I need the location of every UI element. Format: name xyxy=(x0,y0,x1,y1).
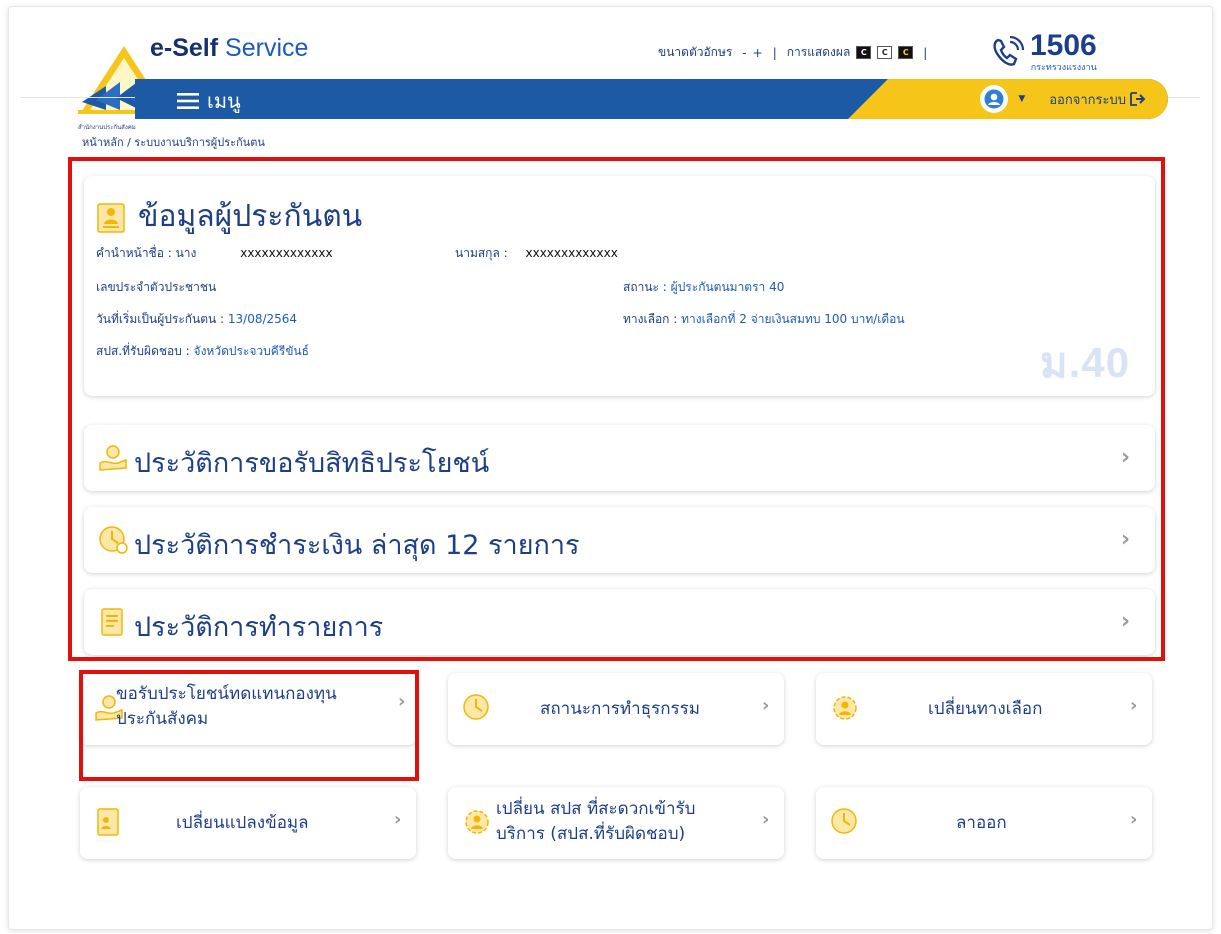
gear-people-icon xyxy=(465,810,489,834)
breadcrumb[interactable]: หน้าหลัก / ระบบงานบริการผู้ประกันตน xyxy=(82,133,265,151)
hotline-subtitle: กระทรวงแรงงาน xyxy=(1030,63,1097,73)
document-edit-icon xyxy=(97,808,119,836)
user-icon xyxy=(984,89,1004,109)
tile-transaction-status-label: สถานะการทำธุรกรรม xyxy=(540,699,700,719)
chevron-right-icon: › xyxy=(762,695,770,716)
logout-label: ออกจากระบบ xyxy=(1049,92,1126,108)
contrast-light-button[interactable]: C xyxy=(877,46,893,59)
gear-people-icon xyxy=(833,696,857,720)
main-navbar: เมนู ▼ ออกจากระบบ xyxy=(135,79,1168,119)
chevron-right-icon: › xyxy=(762,809,770,830)
font-decrease-button[interactable]: - xyxy=(742,46,746,60)
clock-coin-icon xyxy=(463,694,489,720)
tile-update-info-label: เปลี่ยนแปลงข้อมูล xyxy=(176,813,309,833)
contrast-yellow-button[interactable]: C xyxy=(898,46,914,59)
phone-icon xyxy=(993,36,1025,66)
font-increase-button[interactable]: + xyxy=(753,46,763,60)
tile-change-office[interactable]: เปลี่ยน สปส ที่สะดวกเข้ารับ บริการ (สปส.… xyxy=(448,787,784,859)
tile-update-info[interactable]: เปลี่ยนแปลงข้อมูล › xyxy=(80,787,416,859)
brand-rest: Service xyxy=(218,34,309,62)
tile-transaction-status[interactable]: สถานะการทำธุรกรรม › xyxy=(448,673,784,745)
accessibility-tools: ขนาดตัวอักษร - + | การแสดงผล C C C | xyxy=(658,43,927,62)
logout-icon xyxy=(1130,92,1146,106)
contrast-dark-button[interactable]: C xyxy=(856,46,872,59)
tile-resign-label: ลาออก xyxy=(956,813,1007,833)
font-size-label: ขนาดตัวอักษร xyxy=(658,45,733,59)
tile-change-office-line2: บริการ (สปส.ที่รับผิดชอบ) xyxy=(496,824,686,844)
display-label: การแสดงผล xyxy=(786,45,851,59)
tile-change-option[interactable]: เปลี่ยนทางเลือก › xyxy=(816,673,1152,745)
hotline[interactable]: 1506 กระทรวงแรงงาน xyxy=(990,29,1097,74)
logo-caption: สำนักงานประกันสังคม xyxy=(78,124,136,131)
highlight-box-claim xyxy=(79,670,419,781)
logout-button[interactable]: ออกจากระบบ xyxy=(1049,89,1146,110)
divider: | xyxy=(923,45,928,60)
chevron-right-icon: › xyxy=(394,809,402,830)
chevron-right-icon: › xyxy=(1130,809,1138,830)
hamburger-icon xyxy=(177,93,199,109)
chevron-right-icon: › xyxy=(1130,695,1138,716)
user-avatar[interactable] xyxy=(980,85,1009,113)
tile-change-office-label: เปลี่ยน สปส ที่สะดวกเข้ารับ บริการ (สปส.… xyxy=(496,797,695,847)
hotline-number: 1506 xyxy=(1030,29,1097,62)
brand-bold: e-Self xyxy=(150,34,219,62)
tile-change-option-label: เปลี่ยนทางเลือก xyxy=(928,699,1043,719)
clock-coin-icon xyxy=(831,808,857,834)
user-dropdown-chevron-icon[interactable]: ▼ xyxy=(1018,94,1025,104)
menu-button[interactable]: เมนู xyxy=(177,85,241,117)
tile-change-office-line1: เปลี่ยน สปส ที่สะดวกเข้ารับ xyxy=(496,799,696,819)
user-area: ▼ ออกจากระบบ xyxy=(980,85,1146,113)
brand-title: e-Self Service xyxy=(150,34,308,63)
highlight-box-info xyxy=(68,157,1165,661)
divider: | xyxy=(772,45,777,60)
menu-label: เมนู xyxy=(207,89,241,113)
tile-resign[interactable]: ลาออก › xyxy=(816,787,1152,859)
